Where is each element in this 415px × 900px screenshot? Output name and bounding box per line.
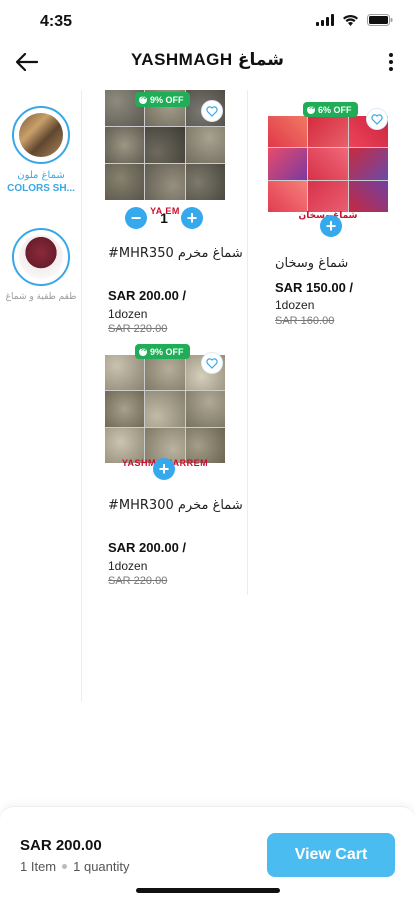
quantity-stepper: − 1 +	[125, 207, 203, 229]
back-button[interactable]	[12, 48, 42, 76]
home-indicator	[136, 888, 280, 893]
page-title: YASHMAGH شماغ	[131, 50, 284, 69]
separator-dot	[62, 864, 68, 869]
status-time: 4:35	[40, 13, 73, 30]
category-label-ar: طقم طقية و شماغ	[5, 292, 77, 302]
product-name: #MHR300 شماغ مخرم	[108, 498, 243, 513]
add-to-cart-button[interactable]: +	[153, 458, 175, 480]
heart-icon	[206, 105, 218, 117]
minus-icon: −	[130, 208, 142, 228]
quantity-stepper: +	[320, 215, 342, 237]
increase-quantity-button[interactable]: +	[181, 207, 203, 229]
discount-icon	[139, 346, 147, 356]
more-vertical-icon	[389, 53, 393, 57]
quantity-stepper: +	[153, 458, 175, 480]
cart-total: SAR 200.00	[20, 837, 102, 854]
arrow-left-icon	[16, 53, 38, 71]
add-to-cart-button[interactable]: +	[320, 215, 342, 237]
product-unit: 1dozen	[275, 298, 315, 312]
cart-quantity: 1 quantity	[73, 859, 130, 874]
product-old-price: SAR 220.00	[108, 575, 168, 587]
discount-icon	[139, 94, 147, 104]
product-card[interactable]: 6% OFF شماغ وسخان + شماغ وسخان SAR 150.0…	[248, 90, 413, 340]
category-label-ar: شماغ ملون	[17, 170, 65, 181]
status-icons	[316, 14, 393, 26]
wishlist-button[interactable]	[201, 100, 223, 122]
product-price: SAR 150.00 /	[275, 280, 354, 295]
plus-icon: +	[158, 459, 170, 479]
category-thumbnail	[12, 228, 70, 286]
product-price: SAR 200.00 /	[108, 288, 187, 303]
category-label-en: COLORS SH...	[7, 183, 75, 194]
app-header: YASHMAGH شماغ	[0, 40, 415, 84]
heart-icon	[371, 113, 383, 125]
quantity-value: 1	[160, 210, 168, 226]
discount-badge: 6% OFF	[303, 102, 358, 117]
more-options-button[interactable]	[381, 48, 401, 76]
product-card[interactable]: 9% OFF YA EM − 1 + #MHR350 شماغ مخرم SAR…	[83, 90, 248, 340]
product-unit: 1dozen	[108, 307, 148, 321]
cart-item-count: 1 Item	[20, 859, 57, 874]
product-old-price: SAR 160.00	[275, 315, 335, 327]
product-card[interactable]: 9% OFF YASHMA HARREM + #MHR300 شماغ مخرم…	[83, 340, 248, 595]
product-name: #MHR350 شماغ مخرم	[108, 246, 243, 261]
view-cart-button[interactable]: View Cart	[267, 833, 395, 877]
discount-badge: 9% OFF	[135, 92, 190, 107]
product-old-price: SAR 220.00	[108, 323, 168, 335]
status-bar: 4:35	[0, 0, 415, 44]
battery-icon	[367, 14, 393, 26]
product-image	[268, 116, 388, 212]
category-sidebar: شماغ ملون COLORS SH... طقم طقية و شماغ	[0, 90, 82, 702]
decrease-quantity-button[interactable]: −	[125, 207, 147, 229]
category-item-set[interactable]: طقم طقية و شماغ	[0, 228, 82, 302]
wishlist-button[interactable]	[201, 352, 223, 374]
signal-icon	[316, 14, 334, 26]
wishlist-button[interactable]	[366, 108, 388, 130]
category-item-colors[interactable]: شماغ ملون COLORS SH...	[0, 106, 82, 194]
cart-meta: 1 Item 1 quantity	[20, 859, 130, 874]
wifi-icon	[342, 14, 359, 26]
plus-icon: +	[186, 208, 198, 228]
product-unit: 1dozen	[108, 559, 148, 573]
category-thumbnail	[12, 106, 70, 164]
product-price: SAR 200.00 /	[108, 540, 187, 555]
product-name: شماغ وسخان	[275, 256, 349, 271]
discount-badge: 9% OFF	[135, 344, 190, 359]
plus-icon: +	[325, 216, 337, 236]
discount-icon	[307, 104, 315, 114]
cart-summary-bar: SAR 200.00 1 Item 1 quantity View Cart	[0, 806, 415, 900]
heart-icon	[206, 357, 218, 369]
